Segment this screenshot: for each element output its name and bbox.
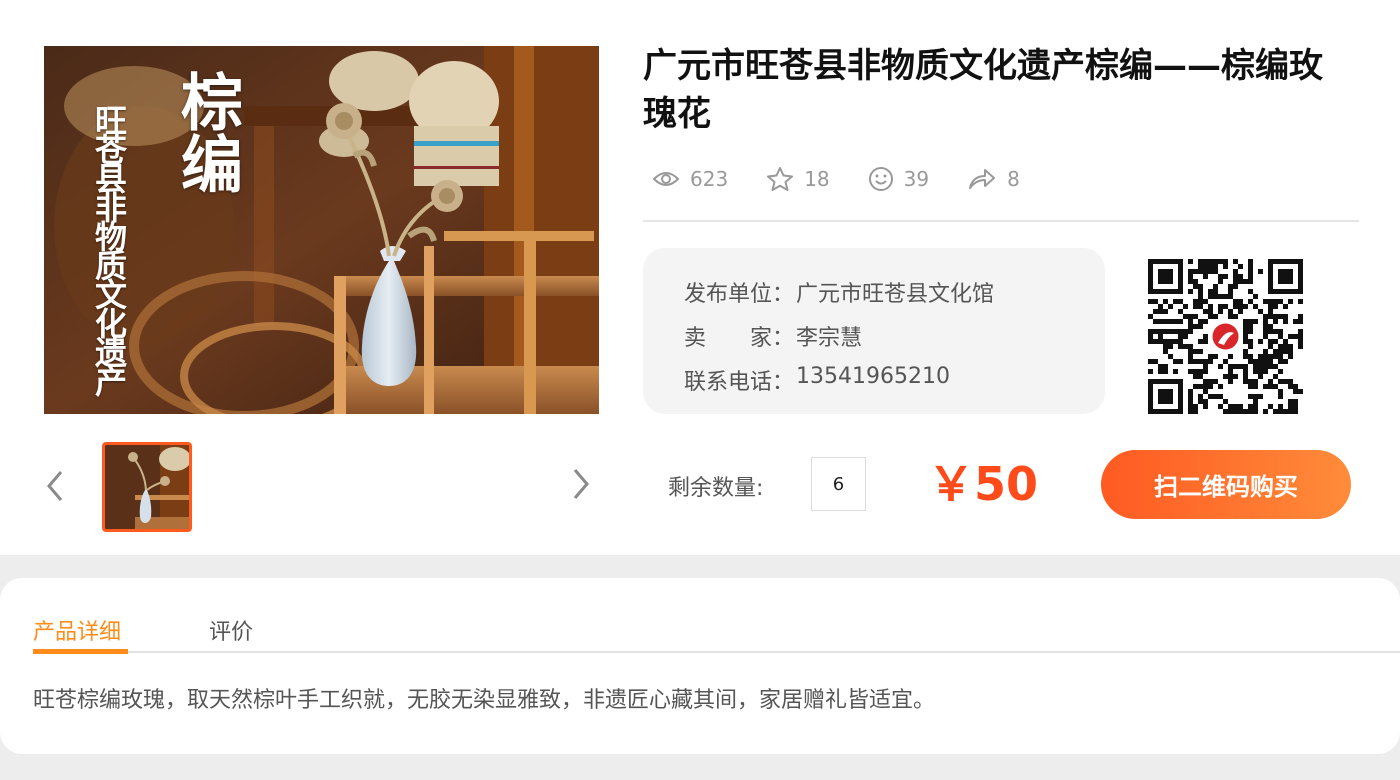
views-stat: 623 xyxy=(652,167,728,191)
shares-count: 8 xyxy=(1007,167,1020,191)
share-icon xyxy=(969,169,996,189)
qr-code-icon xyxy=(1148,259,1303,414)
product-main-image[interactable]: 旺苍县非物质文化遗产 棕编 xyxy=(44,46,599,414)
image-title-text: 棕编 xyxy=(170,70,243,194)
star-icon xyxy=(767,167,794,191)
tab-reviews[interactable]: 评价 xyxy=(209,614,253,646)
likes-count: 39 xyxy=(903,167,930,191)
tab-divider xyxy=(33,651,1400,653)
favorites-count: 18 xyxy=(804,167,830,191)
product-title: 广元市旺苍县非物质文化遗产棕编——棕编玫瑰花 xyxy=(643,46,1323,134)
purchase-qr-code xyxy=(1148,259,1303,414)
phone-row: 联系电话： 13541965210 xyxy=(684,364,950,396)
quantity-input[interactable] xyxy=(811,457,866,511)
thumbnail-prev-button[interactable] xyxy=(40,466,70,506)
views-count: 623 xyxy=(690,167,729,191)
seller-row: 卖 家： 李宗慧 xyxy=(684,320,862,352)
chevron-left-icon xyxy=(47,471,63,501)
seller-label: 卖 家： xyxy=(684,326,795,351)
quantity-label: 剩余数量: xyxy=(668,476,764,501)
smile-icon xyxy=(868,167,893,191)
details-card: 产品详细 评价 旺苍棕编玫瑰，取天然棕叶手工织就，无胶无染显雅致，非遗匠心藏其间… xyxy=(0,578,1400,754)
chevron-right-icon xyxy=(573,469,589,499)
thumbnail-photo xyxy=(105,445,189,529)
likes-stat[interactable]: 39 xyxy=(868,166,929,192)
price: ￥50 xyxy=(928,457,1039,511)
image-vertical-text: 旺苍县非物质文化遗产 xyxy=(90,104,128,394)
publisher-value: 广元市旺苍县文化馆 xyxy=(796,282,995,307)
product-card: 旺苍县非物质文化遗产 棕编 广元市旺苍县非物质文化遗产棕编——棕编玫瑰花 623… xyxy=(0,0,1400,555)
phone-label: 联系电话： xyxy=(684,370,795,395)
favorites-stat[interactable]: 18 xyxy=(766,166,830,192)
thumbnail-next-button[interactable] xyxy=(566,464,596,504)
scan-to-buy-button[interactable]: 扫二维码购买 xyxy=(1101,450,1351,519)
shares-stat[interactable]: 8 xyxy=(967,167,1020,191)
seller-value: 李宗慧 xyxy=(796,326,863,351)
product-description: 旺苍棕编玫瑰，取天然棕叶手工织就，无胶无染显雅致，非遗匠心藏其间，家居赠礼皆适宜… xyxy=(33,688,936,713)
stats-bar: 623 18 39 8 xyxy=(652,164,1058,194)
publisher-label: 发布单位： xyxy=(684,282,795,307)
active-tab-indicator xyxy=(33,649,128,654)
product-thumbnail[interactable] xyxy=(102,442,192,532)
publisher-row: 发布单位： 广元市旺苍县文化馆 xyxy=(684,276,994,308)
title-divider xyxy=(643,220,1359,222)
phone-value: 13541965210 xyxy=(796,364,950,389)
tab-product-details[interactable]: 产品详细 xyxy=(33,614,121,646)
eye-icon xyxy=(652,172,680,186)
seller-info-box: 发布单位： 广元市旺苍县文化馆 卖 家： 李宗慧 联系电话： 135419652… xyxy=(643,248,1105,414)
